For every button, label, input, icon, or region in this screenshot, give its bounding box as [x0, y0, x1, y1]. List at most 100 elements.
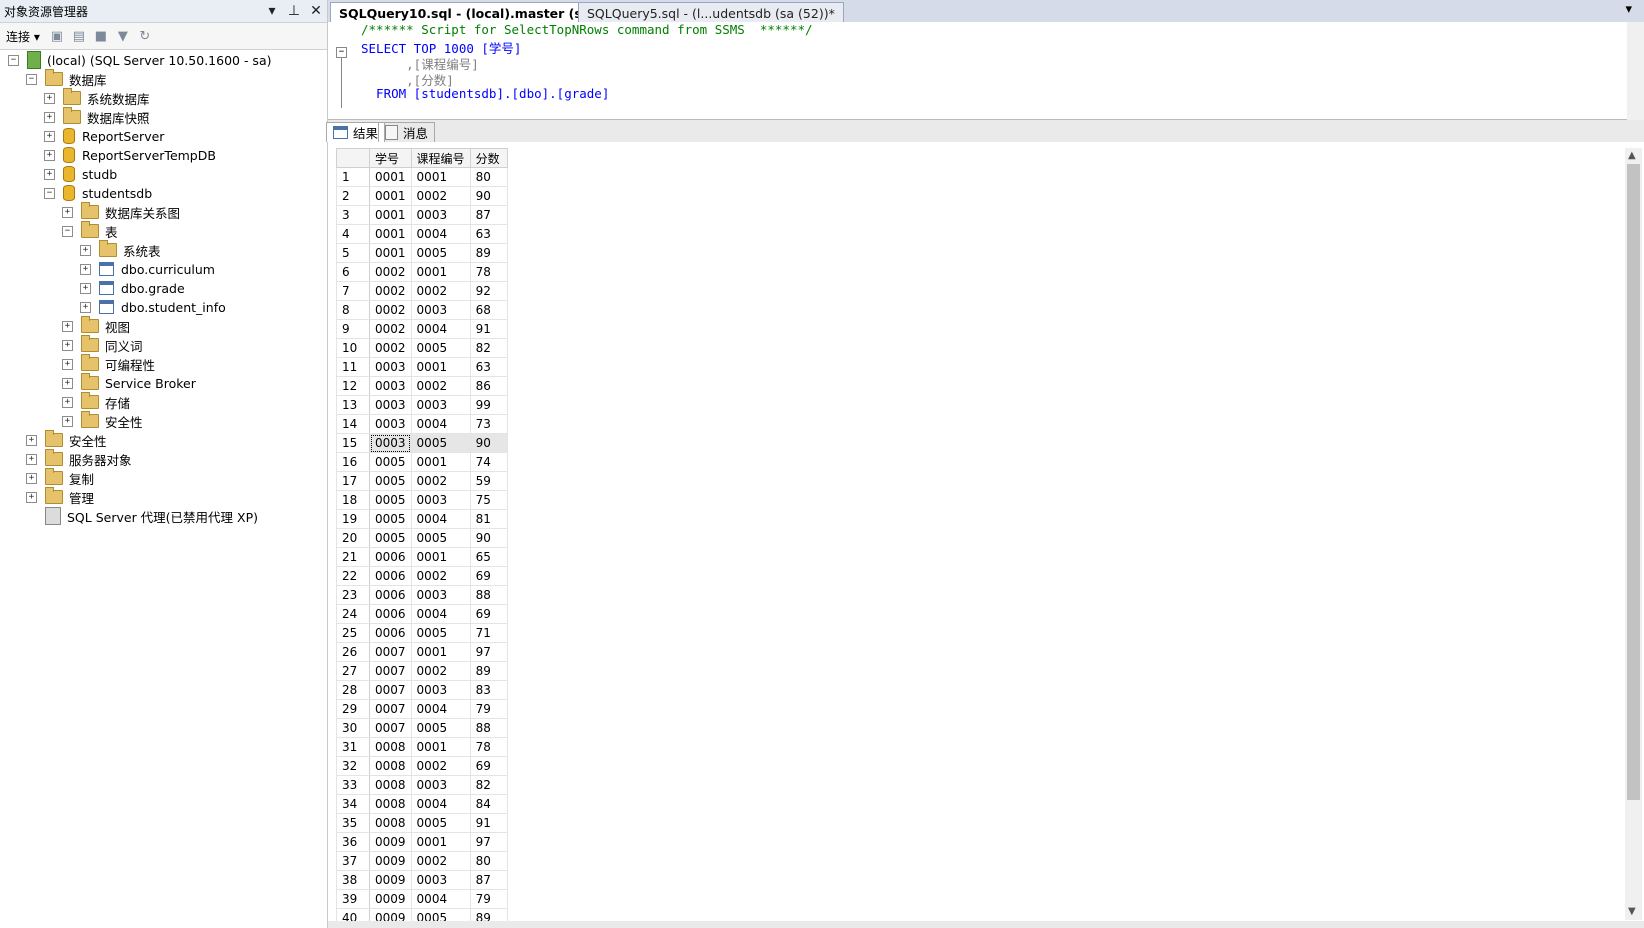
table-row[interactable]: 37 0009 0002 80 [336, 851, 508, 871]
row-number[interactable]: 13 [336, 395, 370, 415]
tree-node[interactable]: + 视图 [62, 316, 130, 336]
cell-kecheng[interactable]: 0005 [410, 433, 471, 453]
expand-icon[interactable]: + [62, 396, 73, 408]
stop-icon[interactable]: ■ [91, 26, 111, 46]
cell-xuehao[interactable]: 0006 [369, 566, 412, 586]
cell-kecheng[interactable]: 0001 [410, 642, 471, 662]
cell-fenshu[interactable]: 87 [469, 205, 508, 225]
tree-node[interactable]: − studentsdb [44, 183, 152, 203]
cell-fenshu[interactable]: 84 [469, 794, 508, 814]
tree-node[interactable]: + 系统表 [80, 240, 161, 260]
table-row[interactable]: 24 0006 0004 69 [336, 604, 508, 624]
column-header-kecheng[interactable]: 课程编号 [410, 148, 471, 168]
cell-kecheng[interactable]: 0002 [410, 281, 471, 301]
scroll-thumb[interactable] [1627, 164, 1640, 800]
table-row[interactable]: 32 0008 0002 69 [336, 756, 508, 776]
cell-kecheng[interactable]: 0004 [410, 604, 471, 624]
tree-node[interactable]: + dbo.grade [80, 278, 185, 298]
pin-icon[interactable]: ⊥ [283, 3, 305, 19]
expand-icon[interactable]: + [44, 149, 55, 161]
cell-kecheng[interactable]: 0002 [410, 756, 471, 776]
cell-xuehao[interactable]: 0003 [369, 414, 412, 434]
cell-xuehao[interactable]: 0005 [369, 471, 412, 491]
cell-xuehao[interactable]: 0001 [369, 243, 412, 263]
table-row[interactable]: 14 0003 0004 73 [336, 414, 508, 434]
cell-fenshu[interactable]: 78 [469, 737, 508, 757]
cell-fenshu[interactable]: 73 [469, 414, 508, 434]
cell-kecheng[interactable]: 0004 [410, 509, 471, 529]
cell-xuehao[interactable]: 0001 [369, 167, 412, 187]
results-vertical-scrollbar[interactable]: ▲ ▼ [1625, 148, 1642, 920]
tree-node[interactable]: + ReportServer [44, 126, 164, 146]
cell-xuehao[interactable]: 0006 [369, 547, 412, 567]
cell-kecheng[interactable]: 0005 [410, 338, 471, 358]
tree-node[interactable]: − 表 [62, 221, 118, 241]
cell-fenshu[interactable]: 78 [469, 262, 508, 282]
expand-icon[interactable]: + [80, 282, 91, 294]
cell-fenshu[interactable]: 90 [469, 186, 508, 206]
cell-xuehao[interactable]: 0003 [369, 357, 412, 377]
cell-kecheng[interactable]: 0004 [410, 319, 471, 339]
row-number[interactable]: 15 [336, 433, 370, 453]
expand-icon[interactable]: + [62, 415, 73, 427]
row-number[interactable]: 37 [336, 851, 370, 871]
table-row[interactable]: 34 0008 0004 84 [336, 794, 508, 814]
table-row[interactable]: 10 0002 0005 82 [336, 338, 508, 358]
cell-kecheng[interactable]: 0003 [410, 585, 471, 605]
cell-kecheng[interactable]: 0004 [410, 889, 471, 909]
cell-kecheng[interactable]: 0001 [410, 832, 471, 852]
cell-fenshu[interactable]: 90 [469, 433, 508, 453]
cell-kecheng[interactable]: 0005 [410, 243, 471, 263]
row-number[interactable]: 5 [336, 243, 370, 263]
cell-xuehao[interactable]: 0007 [369, 699, 412, 719]
cell-xuehao[interactable]: 0001 [369, 224, 412, 244]
results-grid[interactable]: 学号 课程编号 分数 1 0001 0001 80 2 0001 0002 90 3 0001 00… [336, 148, 1623, 928]
row-number[interactable]: 3 [336, 205, 370, 225]
dropdown-icon[interactable]: ▾ [261, 3, 283, 19]
tree-node[interactable]: + Service Broker [62, 373, 196, 393]
cell-kecheng[interactable]: 0005 [410, 718, 471, 738]
table-row[interactable]: 30 0007 0005 88 [336, 718, 508, 738]
cell-fenshu[interactable]: 74 [469, 452, 508, 472]
row-number[interactable]: 35 [336, 813, 370, 833]
cell-xuehao[interactable]: 0008 [369, 775, 412, 795]
expand-icon[interactable]: + [62, 358, 73, 370]
cell-kecheng[interactable]: 0004 [410, 794, 471, 814]
cell-fenshu[interactable]: 90 [469, 528, 508, 548]
expand-icon[interactable]: + [44, 92, 55, 104]
cell-fenshu[interactable]: 63 [469, 224, 508, 244]
row-number[interactable]: 28 [336, 680, 370, 700]
cell-xuehao[interactable]: 0003 [369, 376, 412, 396]
tree-node[interactable]: − (local) (SQL Server 10.50.1600 - sa) [8, 50, 271, 70]
cell-fenshu[interactable]: 80 [469, 851, 508, 871]
row-number[interactable]: 29 [336, 699, 370, 719]
column-header-fenshu[interactable]: 分数 [469, 148, 508, 168]
row-number[interactable]: 23 [336, 585, 370, 605]
expand-icon[interactable]: + [26, 453, 37, 465]
cell-kecheng[interactable]: 0003 [410, 300, 471, 320]
cell-fenshu[interactable]: 87 [469, 870, 508, 890]
cell-fenshu[interactable]: 81 [469, 509, 508, 529]
cell-kecheng[interactable]: 0003 [410, 490, 471, 510]
cell-xuehao[interactable]: 0007 [369, 680, 412, 700]
cell-xuehao[interactable]: 0006 [369, 585, 412, 605]
expand-icon[interactable]: + [62, 339, 73, 351]
tree-node[interactable]: + ReportServerTempDB [44, 145, 216, 165]
scroll-down-icon[interactable]: ▼ [1628, 906, 1636, 917]
table-row[interactable]: 19 0005 0004 81 [336, 509, 508, 529]
table-row[interactable]: 28 0007 0003 83 [336, 680, 508, 700]
table-row[interactable]: 33 0008 0003 82 [336, 775, 508, 795]
row-number[interactable]: 27 [336, 661, 370, 681]
cell-kecheng[interactable]: 0001 [410, 547, 471, 567]
cell-xuehao[interactable]: 0001 [369, 186, 412, 206]
cell-xuehao[interactable]: 0002 [369, 281, 412, 301]
cell-kecheng[interactable]: 0003 [410, 395, 471, 415]
tab-messages[interactable]: 消息 [378, 122, 436, 142]
column-header-xuehao[interactable]: 学号 [369, 148, 412, 168]
row-number[interactable]: 7 [336, 281, 370, 301]
row-number[interactable]: 38 [336, 870, 370, 890]
tree-node[interactable]: + 存储 [62, 392, 130, 412]
table-row[interactable]: 7 0002 0002 92 [336, 281, 508, 301]
row-number[interactable]: 2 [336, 186, 370, 206]
table-row[interactable]: 20 0005 0005 90 [336, 528, 508, 548]
